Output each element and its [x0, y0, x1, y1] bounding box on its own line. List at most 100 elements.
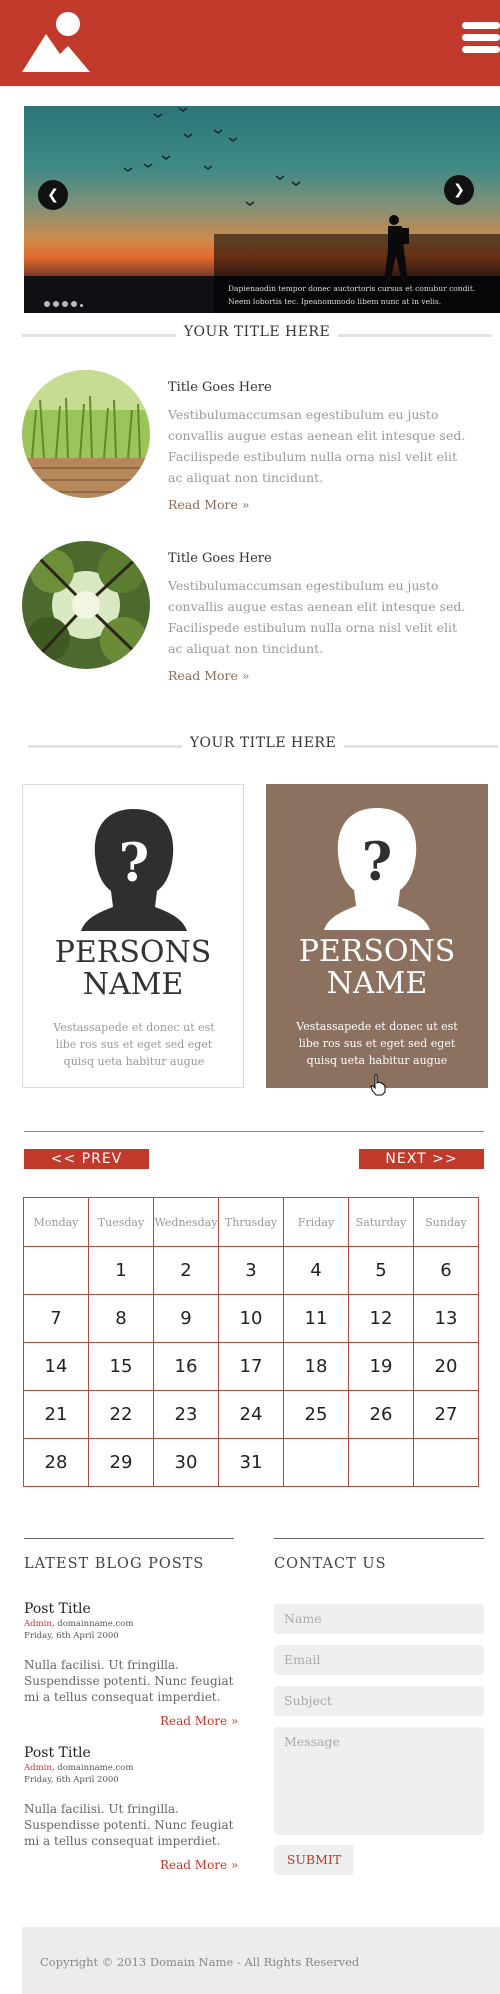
- chevron-right-icon: ❯: [453, 182, 465, 198]
- day-header: Monday: [23, 1197, 89, 1247]
- calendar-day[interactable]: 18: [283, 1342, 349, 1391]
- post-author[interactable]: Admin: [24, 1619, 52, 1629]
- blog-heading: LATEST BLOG POSTS: [24, 1556, 205, 1572]
- post-author[interactable]: Admin: [24, 1763, 52, 1773]
- calendar-day[interactable]: 24: [218, 1390, 284, 1439]
- calendar-day[interactable]: 14: [23, 1342, 89, 1391]
- calendar-day[interactable]: 26: [348, 1390, 414, 1439]
- calendar-day[interactable]: 27: [413, 1390, 479, 1439]
- hamburger-menu-icon[interactable]: [458, 20, 500, 56]
- calendar-day[interactable]: 13: [413, 1294, 479, 1343]
- read-more-link[interactable]: Read More »: [160, 1858, 238, 1872]
- contact-heading: CONTACT US: [274, 1556, 387, 1572]
- post-meta: Admin, domainname.com: [24, 1762, 133, 1774]
- submit-button[interactable]: SUBMIT: [274, 1845, 354, 1875]
- slider-dot[interactable]: [71, 301, 77, 307]
- calendar-day[interactable]: 23: [153, 1390, 219, 1439]
- slider-dot[interactable]: [62, 301, 68, 307]
- calendar-day[interactable]: 31: [218, 1438, 284, 1487]
- post-title[interactable]: Post Title: [24, 1745, 91, 1761]
- email-field[interactable]: Email: [274, 1645, 484, 1675]
- message-field[interactable]: Message: [274, 1727, 484, 1835]
- subject-field[interactable]: Subject: [274, 1686, 484, 1716]
- calendar-day[interactable]: 4: [283, 1246, 349, 1295]
- calendar-day[interactable]: 15: [88, 1342, 154, 1391]
- person-name: PERSONS NAME: [298, 934, 456, 1001]
- calendar-day: [348, 1438, 414, 1487]
- calendar-day[interactable]: 28: [23, 1438, 89, 1487]
- calendar-day: [413, 1438, 479, 1487]
- read-more-link[interactable]: Read More »: [168, 668, 250, 683]
- day-header: Tuesday: [88, 1197, 154, 1247]
- person-description: Vestassapede et donec ut est libe ros su…: [53, 1021, 215, 1068]
- article-title[interactable]: Title Goes Here: [168, 551, 272, 566]
- post-date: Friday, 6th April 2000: [24, 1631, 119, 1641]
- calendar-day[interactable]: 12: [348, 1294, 414, 1343]
- day-header: Sunday: [413, 1197, 479, 1247]
- day-header: Saturday: [348, 1197, 414, 1247]
- person-name: PERSONS NAME: [54, 935, 212, 1002]
- article-title[interactable]: Title Goes Here: [168, 380, 272, 395]
- calendar-day[interactable]: 29: [88, 1438, 154, 1487]
- calendar-day[interactable]: 25: [283, 1390, 349, 1439]
- footer: Copyright © 2013 Domain Name - All Right…: [22, 1927, 500, 1994]
- divider: [24, 1131, 484, 1132]
- forest-canopy-thumbnail[interactable]: [22, 541, 150, 669]
- svg-text:?: ?: [362, 832, 392, 893]
- person-card[interactable]: ? PERSONS NAME Vestassapede et donec ut …: [22, 784, 244, 1088]
- divider: [274, 1538, 484, 1539]
- calendar-day: [283, 1438, 349, 1487]
- slider-dot[interactable]: [44, 301, 50, 307]
- calendar-day[interactable]: 8: [88, 1294, 154, 1343]
- slider-dot[interactable]: [53, 301, 59, 307]
- section-title: YOUR TITLE HERE: [28, 733, 498, 759]
- next-month-button[interactable]: NEXT >>: [359, 1149, 484, 1169]
- calendar-day[interactable]: 21: [23, 1390, 89, 1439]
- calendar-day[interactable]: 10: [218, 1294, 284, 1343]
- mountain-sun-icon[interactable]: [20, 10, 92, 74]
- person-description: Vestassapede et donec ut est libe ros su…: [296, 1020, 458, 1067]
- name-field[interactable]: Name: [274, 1604, 484, 1634]
- post-body: Nulla facilisi. Ut fringilla. Suspendiss…: [24, 1802, 234, 1848]
- section-title-text: YOUR TITLE HERE: [175, 324, 339, 340]
- calendar-day[interactable]: 30: [153, 1438, 219, 1487]
- day-header: Friday: [283, 1197, 349, 1247]
- hiker-silhouette: [384, 215, 409, 282]
- post-date: Friday, 6th April 2000: [24, 1775, 119, 1785]
- section-title: YOUR TITLE HERE: [22, 322, 492, 348]
- calendar-day[interactable]: 22: [88, 1390, 154, 1439]
- prev-month-button[interactable]: << PREV: [24, 1149, 149, 1169]
- image-slider[interactable]: Dapienaodin tempor donec auctortoris cur…: [24, 106, 500, 313]
- article-body: Vestibulumaccumsan egestibulum eu justo …: [168, 407, 466, 485]
- calendar-day[interactable]: 1: [88, 1246, 154, 1295]
- calendar-day[interactable]: 19: [348, 1342, 414, 1391]
- calendar-day: [23, 1246, 89, 1295]
- read-more-link[interactable]: Read More »: [160, 1714, 238, 1728]
- slider-dot[interactable]: [80, 304, 83, 307]
- post-meta: Admin, domainname.com: [24, 1618, 133, 1630]
- section-title-text: YOUR TITLE HERE: [181, 735, 345, 751]
- calendar-day[interactable]: 5: [348, 1246, 414, 1295]
- calendar-day[interactable]: 3: [218, 1246, 284, 1295]
- divider: [24, 1538, 234, 1539]
- calendar-day[interactable]: 7: [23, 1294, 89, 1343]
- calendar-day[interactable]: 16: [153, 1342, 219, 1391]
- slider-dots[interactable]: [44, 292, 86, 311]
- calendar-day[interactable]: 11: [283, 1294, 349, 1343]
- calendar-day[interactable]: 9: [153, 1294, 219, 1343]
- slider-prev-button[interactable]: ❮: [38, 180, 68, 210]
- person-silhouette-icon: ?: [324, 808, 430, 930]
- post-title[interactable]: Post Title: [24, 1601, 91, 1617]
- slider-next-button[interactable]: ❯: [444, 175, 474, 205]
- person-silhouette-icon: ?: [81, 809, 187, 931]
- calendar-day[interactable]: 6: [413, 1246, 479, 1295]
- site-header: [0, 0, 500, 86]
- calendar-day[interactable]: 2: [153, 1246, 219, 1295]
- calendar-day[interactable]: 20: [413, 1342, 479, 1391]
- calendar-grid: Monday Tuesday Wednesday Thrusday Friday…: [23, 1197, 479, 1487]
- person-card-active[interactable]: ? PERSONS NAME Vestassapede et donec ut …: [266, 784, 488, 1096]
- grass-thumbnail[interactable]: [22, 370, 150, 498]
- article-body: Vestibulumaccumsan egestibulum eu justo …: [168, 578, 466, 656]
- read-more-link[interactable]: Read More »: [168, 497, 250, 512]
- calendar-day[interactable]: 17: [218, 1342, 284, 1391]
